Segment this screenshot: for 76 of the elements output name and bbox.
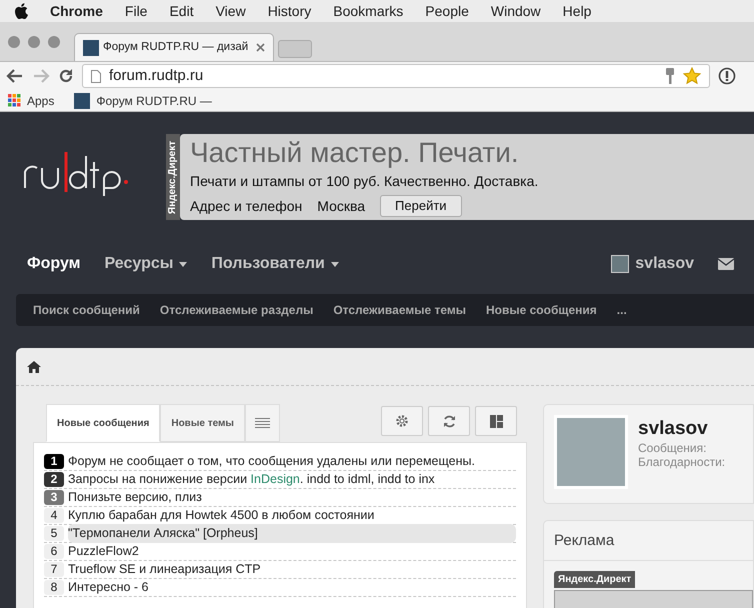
site-favicon <box>74 92 90 108</box>
topic-link[interactable]: "Термопанели Аляска" [Orpheus] <box>68 524 516 543</box>
nav-link[interactable]: Ресурсы <box>104 252 188 276</box>
stat-label: Сообщения: <box>638 441 708 455</box>
user-link[interactable]: svlasov <box>635 252 694 276</box>
rank-badge: 3 <box>44 490 64 505</box>
menu-item[interactable]: Edit <box>169 0 194 22</box>
topic-link[interactable]: Интересно - 6 <box>68 578 516 597</box>
rank-badge: 4 <box>44 508 64 523</box>
subnav-link[interactable]: Отслеживаемые разделы <box>160 301 314 319</box>
menu-item[interactable]: Window <box>490 0 541 22</box>
ad-card-heading: Реклама <box>544 521 753 561</box>
extension-icon[interactable] <box>718 67 736 85</box>
topic-link[interactable]: Понизьте версию, плиз <box>68 488 516 507</box>
ad-title[interactable]: Частный мастер. Печати. <box>190 136 754 170</box>
ad-text: Печати и штампы от 100 руб. Качественно. Доставка. <box>190 172 540 191</box>
rank-badge: 7 <box>44 562 64 577</box>
user-avatar[interactable] <box>611 255 630 273</box>
site-favicon <box>83 40 99 56</box>
menu-item[interactable]: History <box>268 0 312 22</box>
ad-address[interactable]: Адрес и телефон <box>190 196 302 216</box>
menu-icon <box>254 418 270 428</box>
star-icon[interactable] <box>683 67 701 85</box>
ad-banner[interactable]: Частный мастер. Печати. Печати и штампы от 100 руб. Качественно. Доставка. Адрес и телефон Москва Перейти <box>180 134 754 220</box>
rank-badge: 8 <box>44 580 64 595</box>
profile-name[interactable]: svlasov <box>638 417 726 441</box>
page-icon <box>91 70 101 82</box>
back-icon[interactable] <box>6 68 24 84</box>
nav-link[interactable]: Пользователи <box>211 252 339 276</box>
subnav-link[interactable]: ... <box>616 301 627 319</box>
topic-link[interactable]: Форум не сообщает о том, что сообщения удалены или перемещены. <box>68 452 516 471</box>
reload-icon[interactable] <box>58 68 74 84</box>
layout-button[interactable] <box>475 406 517 436</box>
refresh-button[interactable] <box>428 406 470 436</box>
apps-grid-icon <box>8 94 21 107</box>
settings-button[interactable] <box>381 406 423 436</box>
ad-label: Яндекс.Директ <box>554 571 636 588</box>
address-bar[interactable]: forum.rudtp.ru <box>82 64 710 88</box>
menu-item[interactable]: File <box>124 0 148 22</box>
menu-item[interactable]: Help <box>562 0 592 22</box>
layout-icon <box>490 414 502 428</box>
menu-item[interactable]: People <box>425 0 469 22</box>
ad-label: Яндекс.Директ <box>166 134 180 220</box>
topic-link[interactable]: Запросы на понижение версии InDesign. indd to idml, indd to inx <box>68 470 516 489</box>
browser-tab[interactable]: Форум RUDTP.RU — дизай <box>74 33 274 61</box>
refresh-icon <box>442 414 456 428</box>
close-icon[interactable] <box>256 43 265 52</box>
settings-icon <box>395 414 409 428</box>
tab-title: Форум RUDTP.RU — дизай <box>103 40 250 55</box>
stat-label: Благодарности: <box>638 455 726 469</box>
rank-badge: 5 <box>44 526 64 541</box>
ad-city: Москва <box>317 196 366 216</box>
url-text: forum.rudtp.ru <box>109 66 204 86</box>
subnav-link[interactable]: Новые сообщения <box>486 301 597 319</box>
widget-tab[interactable]: Новые сообщения <box>46 404 160 442</box>
menu-item[interactable]: Chrome <box>50 0 103 22</box>
bookmark[interactable]: Форум RUDTP.RU — <box>66 92 212 110</box>
rank-badge: 1 <box>44 454 64 469</box>
nav-link[interactable]: Форум <box>27 252 81 276</box>
subnav-link[interactable]: Отслеживаемые темы <box>333 301 466 319</box>
key-icon[interactable] <box>665 67 675 85</box>
rank-badge: 2 <box>44 472 64 487</box>
mail-icon[interactable] <box>718 258 734 270</box>
widget-tab[interactable]: Новые темы <box>160 404 245 442</box>
home-icon[interactable] <box>27 360 41 372</box>
topic-link[interactable]: Куплю барабан для Howtek 4500 в любом состоянии <box>68 506 516 525</box>
subnav-link[interactable]: Поиск сообщений <box>33 301 140 319</box>
topic-link[interactable]: PuzzleFlow2 <box>68 542 516 561</box>
topic-link[interactable]: Trueflow SE и линеаризация CTP <box>68 560 516 579</box>
rank-badge: 6 <box>44 544 64 559</box>
ad-button[interactable]: Перейти <box>380 195 462 217</box>
menu-item[interactable]: Bookmarks <box>333 0 404 22</box>
apple-icon[interactable] <box>14 3 28 19</box>
menu-item[interactable]: View <box>216 0 246 22</box>
bookmark[interactable]: Apps <box>8 92 54 110</box>
menu-button[interactable] <box>244 404 280 442</box>
